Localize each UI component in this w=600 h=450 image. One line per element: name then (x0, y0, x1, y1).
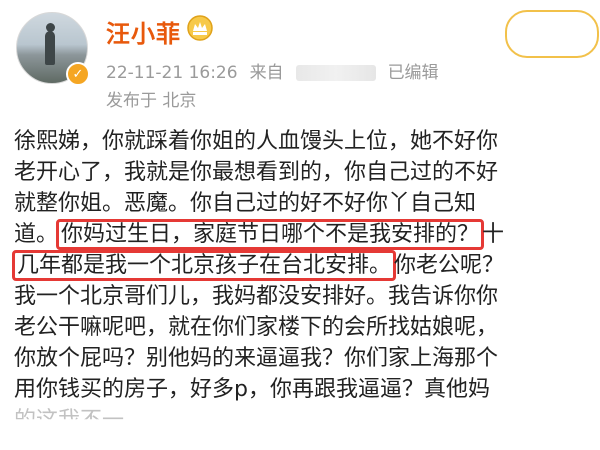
user-name[interactable]: 汪小菲 (106, 14, 181, 49)
blurred-source (295, 65, 376, 81)
follow-button[interactable] (505, 10, 599, 58)
post-text-line: 几年都是我一个北京孩子在台北安排。 你老公呢？ (12, 250, 594, 281)
highlighted-text: 你妈过生日，家庭节日哪个不是我安排的？ (56, 219, 485, 250)
text-segment: 十 (482, 222, 505, 247)
text-segment: 就整你姐。恶魔。你自己过的好不好你丫自己知 (14, 191, 477, 216)
post-text-line: 你放个屁吗？别他妈的来逼逼我？你们家上海那个 (14, 343, 594, 374)
text-segment: 用你钱买的房子，好多p，你再跟我逼逼？真他妈 (14, 377, 490, 402)
text-segment: 老公干嘛呢吧，就在你们家楼下的会所找姑娘呢， (14, 315, 499, 340)
post-timestamp: 22-11-21 16:26 (106, 63, 238, 83)
post-content: 徐熙娣，你就踩着你姐的人血馒头上位，她不好你 老开心了，我就是你最想看到的，你自己… (12, 126, 594, 436)
avatar[interactable]: ✓ (16, 12, 90, 86)
post-meta: 22-11-21 16:26 来自 已编辑 (106, 58, 451, 83)
crown-icon (187, 15, 213, 41)
post-text-line: 老开心了，我就是你最想看到的，你自己过的不好 (14, 157, 594, 188)
post-text-line: 道。 你妈过生日，家庭节日哪个不是我安排的？十 (14, 219, 594, 250)
text-segment: 徐熙娣，你就踩着你姐的人血馒头上位，她不好你 (14, 129, 499, 154)
text-segment: 道。 (14, 222, 59, 247)
edited-label[interactable]: 已编辑 (388, 63, 439, 83)
post-text-line: 徐熙娣，你就踩着你姐的人血馒头上位，她不好你 (14, 126, 594, 157)
truncated-text: 的这我不一 (14, 408, 125, 433)
text-segment: 我一个北京哥们儿，我妈都没安排好。我告诉你你 (14, 284, 499, 309)
highlighted-text: 几年都是我一个北京孩子在台北安排。 (12, 250, 397, 281)
source-prefix: 来自 (249, 63, 284, 83)
post-text-line: 的这我不一 (14, 405, 594, 436)
verified-icon: ✓ (66, 62, 90, 86)
text-segment: 老开心了，我就是你最想看到的，你自己过的不好 (14, 160, 499, 185)
post-text-line: 就整你姐。恶魔。你自己过的好不好你丫自己知 (14, 188, 594, 219)
post-text-line: 用你钱买的房子，好多p，你再跟我逼逼？真他妈 (14, 374, 594, 405)
post-location: 发布于 北京 (106, 91, 197, 111)
post-text-line: 我一个北京哥们儿，我妈都没安排好。我告诉你你 (14, 281, 594, 312)
weibo-post: ✓ 汪小菲 22-11-21 16:26 来自 已编辑 发布于 北京 徐熙娣，你就踩… (0, 0, 600, 450)
text-segment: 你老公呢？ (394, 253, 505, 278)
text-segment: 你放个屁吗？别他妈的来逼逼我？你们家上海那个 (14, 346, 499, 371)
post-text-line: 老公干嘛呢吧，就在你们家楼下的会所找姑娘呢， (14, 312, 594, 343)
